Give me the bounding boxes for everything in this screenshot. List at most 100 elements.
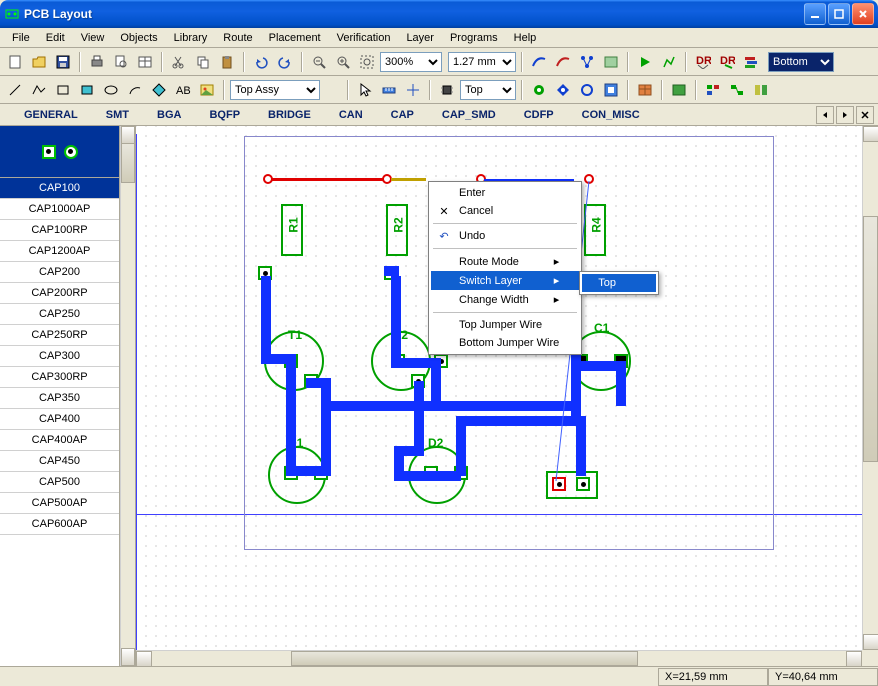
board-tool-icon[interactable] [668, 79, 690, 101]
origin-tool-icon[interactable] [402, 79, 424, 101]
zoom-combo[interactable]: 300% [380, 52, 442, 72]
tab-scroll-left-icon[interactable] [816, 106, 834, 124]
copy-icon[interactable] [192, 51, 214, 73]
list-item[interactable]: CAP100 [0, 178, 119, 199]
arc-tool-icon[interactable] [124, 79, 146, 101]
run-icon[interactable] [634, 51, 656, 73]
tab-con-misc[interactable]: CON_MISC [568, 106, 654, 124]
tab-bga[interactable]: BGA [143, 106, 195, 124]
submenu-top[interactable]: Top [582, 274, 656, 292]
tab-general[interactable]: GENERAL [10, 106, 92, 124]
cursor-tool-icon[interactable] [354, 79, 376, 101]
save-icon[interactable] [52, 51, 74, 73]
hole-tool-icon[interactable] [576, 79, 598, 101]
image-tool-icon[interactable] [196, 79, 218, 101]
menu-verification[interactable]: Verification [329, 30, 399, 46]
route-tool-icon[interactable] [528, 51, 550, 73]
ctx-top-jumper[interactable]: Top Jumper Wire [431, 316, 579, 334]
open-icon[interactable] [28, 51, 50, 73]
part-list[interactable]: CAP100 CAP1000AP CAP100RP CAP1200AP CAP2… [0, 178, 119, 666]
via-tool-icon[interactable] [552, 79, 574, 101]
ctx-enter[interactable]: Enter [431, 184, 579, 202]
menu-view[interactable]: View [73, 30, 113, 46]
canvas-vscroll[interactable] [862, 126, 878, 650]
list-item[interactable]: CAP450 [0, 451, 119, 472]
menu-layer[interactable]: Layer [398, 30, 442, 46]
redo-icon[interactable] [274, 51, 296, 73]
list-item[interactable]: CAP300RP [0, 367, 119, 388]
ctx-bottom-jumper[interactable]: Bottom Jumper Wire [431, 334, 579, 352]
list-item[interactable]: CAP600AP [0, 514, 119, 535]
minimize-button[interactable] [804, 3, 826, 25]
rect-tool-icon[interactable] [52, 79, 74, 101]
poly-fill-tool-icon[interactable] [148, 79, 170, 101]
tab-cap[interactable]: CAP [377, 106, 428, 124]
list-item[interactable]: CAP300 [0, 346, 119, 367]
component-tool-icon[interactable] [436, 79, 458, 101]
assy-combo[interactable]: Top Assy [230, 80, 320, 100]
list-item[interactable]: CAP250RP [0, 325, 119, 346]
fanout-icon[interactable] [576, 51, 598, 73]
text-tool-icon[interactable]: ABC [172, 79, 194, 101]
menu-programs[interactable]: Programs [442, 30, 506, 46]
canvas-area[interactable]: R1 R2 R4 T1 T2 C1 D1 D2 [136, 126, 878, 666]
ellipse-tool-icon[interactable] [100, 79, 122, 101]
layer2-combo[interactable]: Top [460, 80, 516, 100]
menu-route[interactable]: Route [215, 30, 260, 46]
measure-tool-icon[interactable] [378, 79, 400, 101]
tab-scroll-right-icon[interactable] [836, 106, 854, 124]
menu-objects[interactable]: Objects [112, 30, 165, 46]
pcb-canvas[interactable]: R1 R2 R4 T1 T2 C1 D1 D2 [136, 126, 878, 666]
menu-help[interactable]: Help [506, 30, 545, 46]
menu-file[interactable]: File [4, 30, 38, 46]
list-item[interactable]: CAP400AP [0, 430, 119, 451]
undo-icon[interactable] [250, 51, 272, 73]
autoroute-icon[interactable] [658, 51, 680, 73]
zoom-window-icon[interactable] [356, 51, 378, 73]
preview-icon[interactable] [110, 51, 132, 73]
list-item[interactable]: CAP250 [0, 304, 119, 325]
tab-bridge[interactable]: BRIDGE [254, 106, 325, 124]
tab-smt[interactable]: SMT [92, 106, 143, 124]
rect-fill-tool-icon[interactable] [76, 79, 98, 101]
tab-cdfp[interactable]: CDFP [510, 106, 568, 124]
sidebar-scrollbar[interactable] [120, 126, 136, 666]
layer-combo[interactable]: Bottom [768, 52, 834, 72]
list-item[interactable]: CAP400 [0, 409, 119, 430]
menu-library[interactable]: Library [166, 30, 216, 46]
tab-cap-smd[interactable]: CAP_SMD [428, 106, 510, 124]
tab-can[interactable]: CAN [325, 106, 377, 124]
maximize-button[interactable] [828, 3, 850, 25]
tab-close-icon[interactable] [856, 106, 874, 124]
zoom-out-icon[interactable] [308, 51, 330, 73]
list-item[interactable]: CAP500 [0, 472, 119, 493]
drc-icon[interactable]: DRC [692, 51, 714, 73]
list-item[interactable]: CAP200RP [0, 283, 119, 304]
ctx-cancel[interactable]: ✕Cancel [431, 202, 579, 220]
unroute-tool-icon[interactable] [552, 51, 574, 73]
back-annotate-icon[interactable] [750, 79, 772, 101]
list-item[interactable]: CAP100RP [0, 220, 119, 241]
zoom-in-icon[interactable] [332, 51, 354, 73]
table-tool-icon[interactable] [634, 79, 656, 101]
polyline-tool-icon[interactable] [28, 79, 50, 101]
copper-pour-icon[interactable] [600, 79, 622, 101]
list-item[interactable]: CAP350 [0, 388, 119, 409]
list-item[interactable]: CAP1200AP [0, 241, 119, 262]
list-item[interactable]: CAP1000AP [0, 199, 119, 220]
new-icon[interactable] [4, 51, 26, 73]
cut-icon[interactable] [168, 51, 190, 73]
menu-placement[interactable]: Placement [261, 30, 329, 46]
renumber-icon[interactable] [702, 79, 724, 101]
paste-icon[interactable] [216, 51, 238, 73]
list-item[interactable]: CAP200 [0, 262, 119, 283]
drc-run-icon[interactable]: DRC [716, 51, 738, 73]
ctx-route-mode[interactable]: Route Mode▸ [431, 252, 579, 271]
close-button[interactable] [852, 3, 874, 25]
ctx-switch-layer[interactable]: Switch Layer▸ Top [431, 271, 579, 290]
canvas-hscroll[interactable] [136, 650, 862, 666]
list-item[interactable]: CAP500AP [0, 493, 119, 514]
pad-tool-icon[interactable] [528, 79, 550, 101]
line-tool-icon[interactable] [4, 79, 26, 101]
tab-bqfp[interactable]: BQFP [195, 106, 254, 124]
